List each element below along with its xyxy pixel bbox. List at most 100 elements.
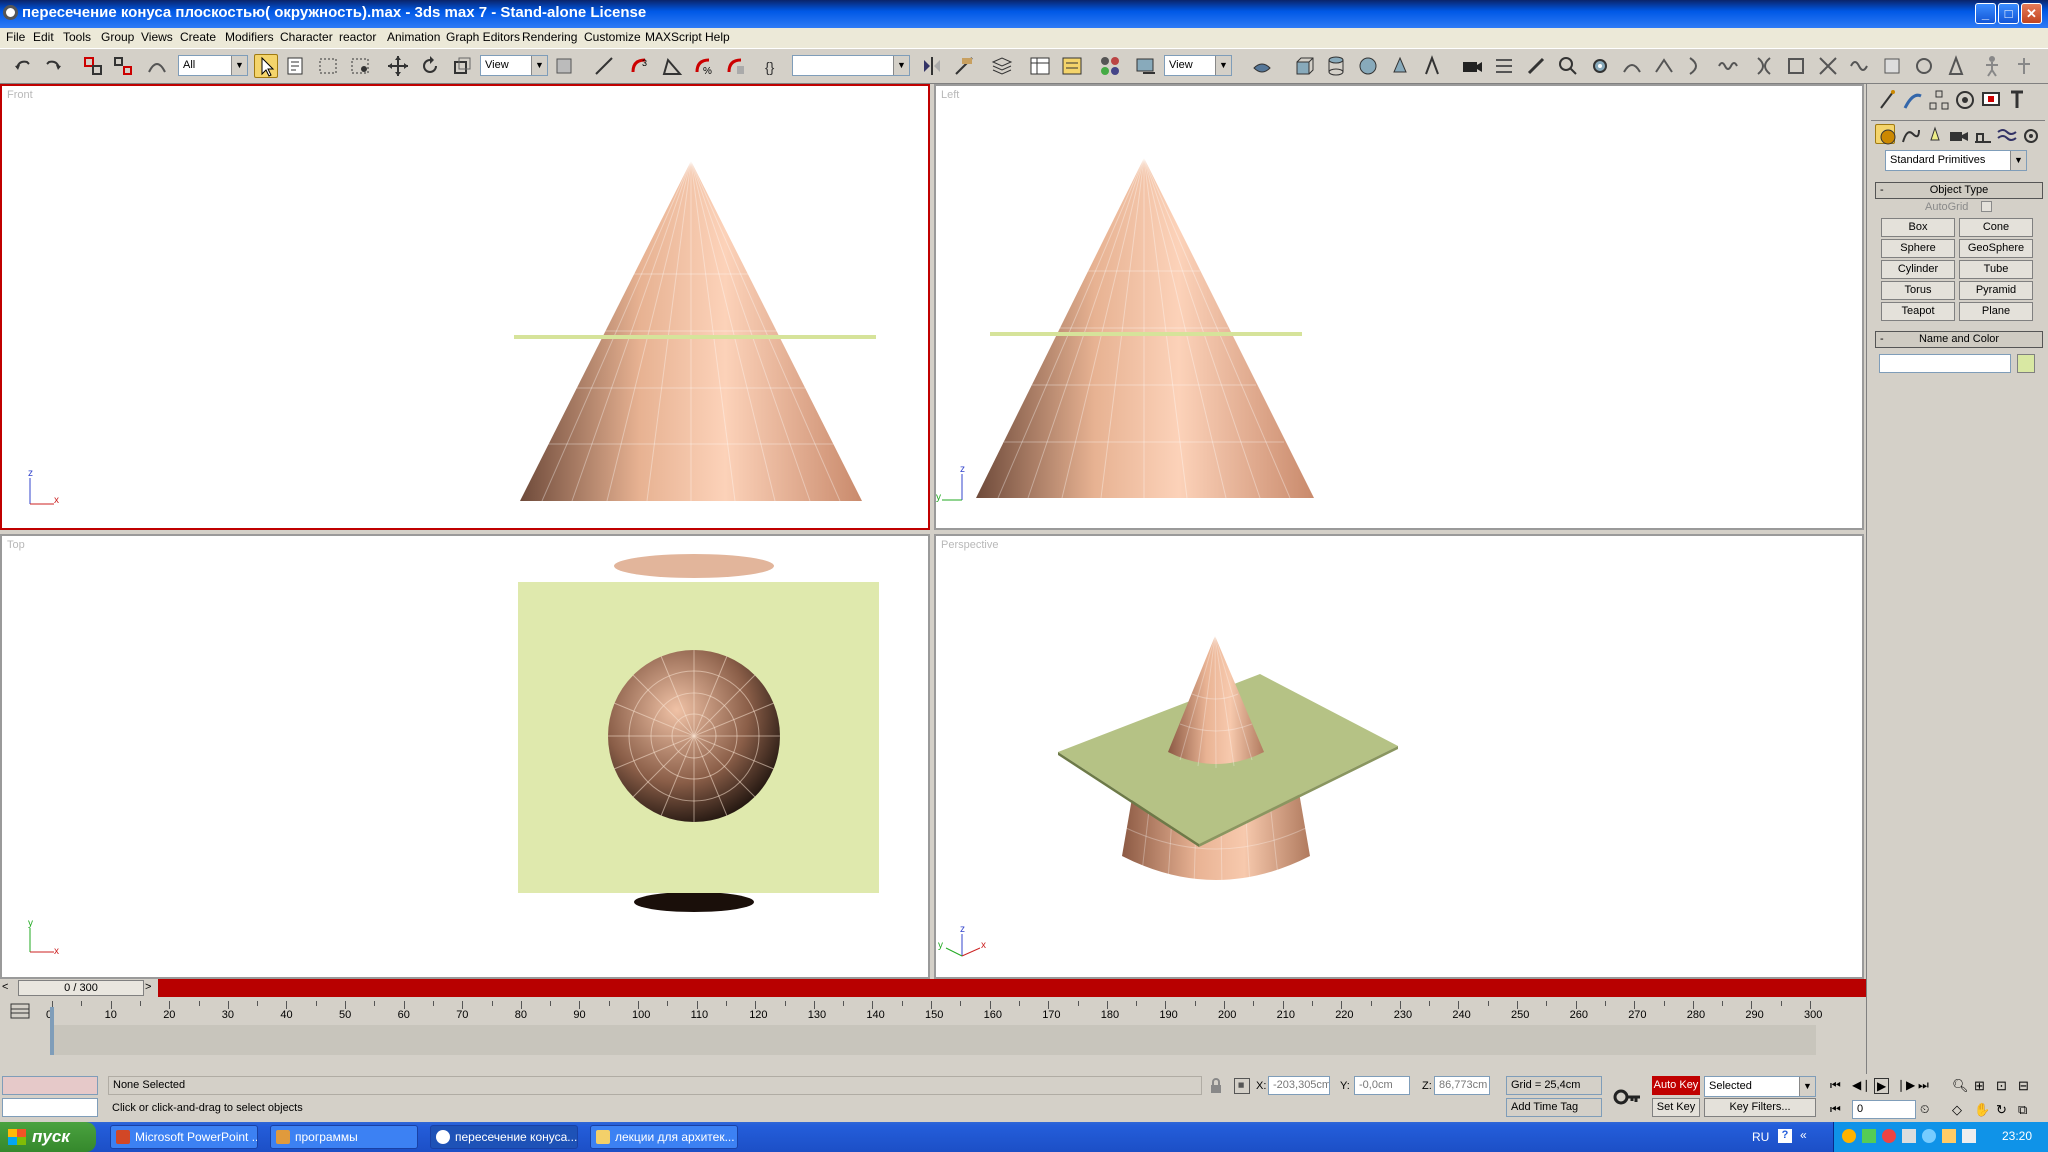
viewport-left[interactable]: Left z y: [934, 84, 1864, 530]
task-3dsmax[interactable]: пересечение конуса...: [430, 1125, 578, 1149]
key-mode-dropdown[interactable]: Selected ▼: [1704, 1076, 1816, 1097]
box-button[interactable]: Box: [1881, 218, 1955, 237]
x-coordinate-field[interactable]: -203,305cm: [1268, 1076, 1330, 1095]
bind-space-warp-icon[interactable]: [145, 54, 169, 78]
schematic-view-icon[interactable]: [1060, 54, 1084, 78]
zoom-extents-icon[interactable]: ⊡: [1996, 1078, 2007, 1094]
field-of-view-icon[interactable]: ◇: [1952, 1102, 1962, 1118]
select-and-link-icon[interactable]: [81, 54, 105, 78]
select-object-icon[interactable]: [254, 54, 278, 78]
reference-coordinate-dropdown[interactable]: View ▼: [480, 55, 548, 76]
object-type-rollout[interactable]: - Object Type: [1875, 182, 2043, 199]
selection-filter-dropdown[interactable]: All ▼: [178, 55, 248, 76]
tray-icon[interactable]: [1902, 1129, 1916, 1143]
sphere-button[interactable]: Sphere: [1881, 239, 1955, 258]
menu-tools[interactable]: Tools: [63, 30, 91, 44]
taper-icon[interactable]: [1652, 54, 1676, 78]
named-selection-dropdown[interactable]: ▼: [792, 55, 910, 76]
material-editor-icon[interactable]: [1098, 54, 1122, 78]
key-filters-button[interactable]: Key Filters...: [1704, 1098, 1816, 1117]
scale-icon[interactable]: [450, 54, 474, 78]
absolute-mode-icon[interactable]: [1234, 1078, 1250, 1094]
window-crossing-icon[interactable]: [348, 54, 372, 78]
viewport-perspective[interactable]: Perspective z x y: [934, 534, 1864, 979]
next-frame-icon[interactable]: ❘▶: [1896, 1078, 1915, 1092]
menu-modifiers[interactable]: Modifiers: [225, 30, 274, 44]
biped-icon[interactable]: [1980, 54, 2004, 78]
undo-icon[interactable]: [11, 54, 35, 78]
space-warp-icon[interactable]: [1492, 54, 1516, 78]
menu-maxscript[interactable]: MAXScript: [645, 30, 702, 44]
key-mode-toggle-icon[interactable]: ⏮: [1830, 1102, 1841, 1117]
snaps-toggle-icon[interactable]: 3: [628, 54, 652, 78]
task-folder[interactable]: лекции для архитек...: [590, 1125, 738, 1149]
measure-icon[interactable]: [1524, 54, 1548, 78]
add-time-tag-button[interactable]: Add Time Tag: [1506, 1098, 1602, 1117]
minimize-button[interactable]: _: [1975, 3, 1996, 24]
uvw-map-icon[interactable]: [1880, 54, 1904, 78]
create-light-icon[interactable]: [1388, 54, 1412, 78]
menu-file[interactable]: File: [6, 30, 25, 44]
layer-manager-icon[interactable]: [990, 54, 1014, 78]
menu-customize[interactable]: Customize: [584, 30, 641, 44]
create-tab-icon[interactable]: [1875, 88, 1899, 112]
zoom-extents-all-icon[interactable]: ⊟: [2018, 1078, 2029, 1094]
physique-icon[interactable]: [1944, 54, 1968, 78]
stretch-icon[interactable]: [1752, 54, 1776, 78]
plane-button[interactable]: Plane: [1959, 302, 2033, 321]
tray-icon[interactable]: [1922, 1129, 1936, 1143]
plane-front[interactable]: [514, 335, 876, 339]
select-by-name-icon[interactable]: [284, 54, 308, 78]
help-icon[interactable]: ?: [1778, 1129, 1792, 1143]
redo-icon[interactable]: [41, 54, 65, 78]
pyramid-button[interactable]: Pyramid: [1959, 281, 2033, 300]
autogrid-checkbox[interactable]: [1981, 201, 1992, 212]
quick-render-icon[interactable]: [1250, 54, 1274, 78]
zoom-all-icon[interactable]: ⊞: [1974, 1078, 1985, 1094]
set-key-icon[interactable]: [1612, 1082, 1642, 1112]
previous-frame-icon[interactable]: ◀❘: [1852, 1078, 1871, 1092]
pivot-center-icon[interactable]: [552, 54, 576, 78]
hierarchy-icon[interactable]: [2012, 54, 2036, 78]
tray-icon[interactable]: [1882, 1129, 1896, 1143]
wave-icon[interactable]: [1848, 54, 1872, 78]
go-to-start-icon[interactable]: ⏮: [1830, 1078, 1841, 1093]
edit-named-selection-icon[interactable]: {}: [762, 54, 786, 78]
teapot-button[interactable]: Teapot: [1881, 302, 1955, 321]
torus-button[interactable]: Torus: [1881, 281, 1955, 300]
lattice-icon[interactable]: [1784, 54, 1808, 78]
bend-icon[interactable]: [1620, 54, 1644, 78]
rotate-icon[interactable]: [418, 54, 442, 78]
lights-icon[interactable]: [1923, 124, 1943, 144]
angle-snap-icon[interactable]: [660, 54, 684, 78]
name-and-color-rollout[interactable]: - Name and Color: [1875, 331, 2043, 348]
viewport-front[interactable]: Front z x: [0, 84, 930, 530]
cameras-icon[interactable]: [1947, 124, 1968, 144]
current-frame-field[interactable]: 0: [1852, 1100, 1916, 1119]
move-icon[interactable]: [386, 54, 410, 78]
skin-icon[interactable]: [1912, 54, 1936, 78]
tray-icon[interactable]: [1942, 1129, 1956, 1143]
modify-tab-icon[interactable]: [1901, 88, 1925, 112]
space-warps-icon[interactable]: [1995, 124, 2017, 144]
tray-icon[interactable]: [1842, 1129, 1856, 1143]
start-button[interactable]: пуск: [0, 1122, 96, 1152]
menu-reactor[interactable]: reactor: [339, 30, 376, 44]
menu-graph-editors[interactable]: Graph Editors: [446, 30, 520, 44]
utilities-tab-icon[interactable]: [2005, 88, 2029, 112]
create-box-icon[interactable]: [1292, 54, 1316, 78]
current-frame-marker[interactable]: [50, 1007, 54, 1055]
ffd-icon[interactable]: [1816, 54, 1840, 78]
y-coordinate-field[interactable]: -0,0cm: [1354, 1076, 1410, 1095]
helpers-icon[interactable]: [1971, 124, 1991, 144]
speaker-icon[interactable]: [1962, 1129, 1976, 1143]
systems-icon[interactable]: [2019, 124, 2039, 144]
play-icon[interactable]: ▶: [1874, 1078, 1890, 1094]
maximize-viewport-icon[interactable]: ⧉: [2018, 1102, 2027, 1118]
display-tab-icon[interactable]: [1979, 88, 2003, 112]
create-helper-icon[interactable]: [1420, 54, 1444, 78]
align-icon[interactable]: [952, 54, 976, 78]
spinner-snap-icon[interactable]: [724, 54, 748, 78]
rectangular-selection-icon[interactable]: [316, 54, 340, 78]
lock-icon[interactable]: [1208, 1078, 1224, 1094]
